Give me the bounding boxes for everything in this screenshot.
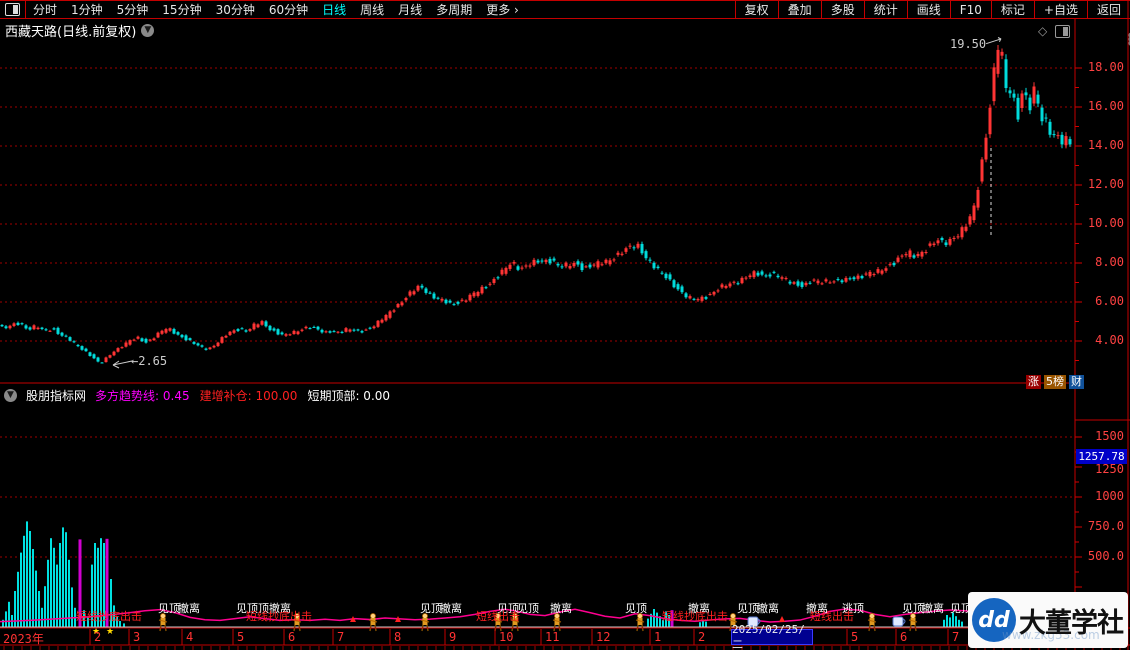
stock-title: 西藏天路(日线.前复权) [5,25,137,40]
quick-link-badge[interactable]: 涨 [1026,375,1041,389]
toolbar-button[interactable]: 返回 [1086,1,1130,18]
indicator-source: 股朋指标网 [26,389,87,403]
toolbar-button[interactable]: F10 [949,1,991,18]
period-tab[interactable]: 15分钟 [155,1,208,18]
timeline-month-label: 2 [698,630,706,644]
period-tab[interactable]: 分时 [26,1,64,18]
signal-label-top: 撤离 [757,602,779,615]
quick-link-badges: 涨 5榜财 [1026,370,1087,389]
quick-link-badge[interactable]: 财 [1069,375,1084,389]
toolbar-button[interactable]: 统计 [863,1,907,18]
signal-label-buy: 短线抄底出击 [662,610,728,623]
period-tab[interactable]: 更多 › [479,1,526,18]
cup-marker-icon [892,616,906,629]
signal-label-buy: 短线出击 [810,610,854,623]
toolbar-button[interactable]: 标记 [990,1,1034,18]
axis-tick-label: 18.00 [1087,60,1124,74]
indicator-header: ▼ 股朋指标网 多方趋势线: 0.45 建增补仓: 100.00 短期顶部: 0.0… [4,387,390,404]
axis-tick-label: 6.00 [1095,294,1124,308]
signal-label-top: 撤离 [178,602,200,615]
chevron-down-icon[interactable]: ▼ [141,24,155,37]
axis-tick-label: 1000 [1095,489,1124,503]
panel-toggle-icon[interactable] [1055,24,1071,38]
axis-tick-label: 500.0 [1087,549,1124,563]
signal-label-buy: 短线抄底出击 [246,610,312,623]
axis-tick-label: 12.00 [1087,177,1124,191]
timeline-month-label: 12 [596,630,611,644]
signal-label-top: 撤离 [440,602,462,615]
layout-toggle-icon[interactable] [5,3,20,16]
watermark-text: 大董学社 [1019,607,1124,639]
period-tab[interactable]: 多周期 [429,1,479,18]
axis-tick-label: 10.00 [1087,216,1124,230]
current-value-box: 1257.78 [1076,449,1127,464]
indicator-values: 多方趋势线: 0.45 建增补仓: 100.00 短期顶部: 0.00 [95,387,390,404]
signal-label-top: 见顶 [517,602,539,615]
timeline-month-label: 6 [900,630,908,644]
chart-canvas[interactable]: ★ ★ [0,0,1130,650]
quick-link-badge[interactable]: 5榜 [1044,375,1066,389]
period-tab[interactable]: 30分钟 [209,1,262,18]
chevron-down-icon[interactable]: ▼ [4,389,17,402]
timeline-month-label: 7 [952,630,960,644]
toolbar-button[interactable]: 多股 [820,1,864,18]
timeline-month-label: 5 [851,630,859,644]
toolbar-button[interactable]: 画线 [906,1,950,18]
period-tab[interactable]: 日线 [315,1,353,18]
axis-tick-label: 8.00 [1095,255,1124,269]
timeline-month-label: 2 [94,630,102,644]
axis-tick-label: 1500 [1095,429,1124,443]
timeline-month-label: 4 [186,630,194,644]
watermark: dd www.zkg53.com 大董学社 [968,592,1128,648]
signal-label-top: 见顶 [737,602,759,615]
signal-label-top: 见顶 [420,602,442,615]
axis-tick-label: 1250 [1095,462,1124,476]
indicator-field: 建增补仓: 100.00 [199,389,298,403]
period-tab[interactable]: 月线 [391,1,429,18]
period-tab[interactable]: 1分钟 [64,1,110,18]
timeline-month-label: 5 [237,630,245,644]
timeline-month-label: 2023年 [3,632,44,646]
action-buttons: 复权 叠加 多股 统计 画线 F10 标记 +自选 返回 [734,1,1130,18]
toolbar-button[interactable]: 叠加 [777,1,821,18]
timeline-month-label: 11 [545,630,560,644]
axis-tick-label: 16.00 [1087,99,1124,113]
signal-label-top: 见顶 [158,602,180,615]
toolbar-button[interactable]: 复权 [734,1,778,18]
axis-tick-label: 750.0 [1087,519,1124,533]
period-tabs: 分时 1分钟 5分钟 15分钟 30分钟 60分钟 日线 周线 月线 多周期 更多 › [26,1,526,18]
timeline-month-label: 3 [133,630,141,644]
axis-tick-label: 14.00 [1087,138,1124,152]
cursor-date-box: 2025/02/25/二 [731,623,813,650]
timeline-month-label: 8 [394,630,402,644]
signal-label-top: 见顶 [902,602,924,615]
low-price-annotation: ←2.65 [131,354,168,368]
chart-title-row: 西藏天路(日线.前复权) ▼ [5,21,155,40]
period-tab[interactable]: 周线 [353,1,391,18]
app-window: ★ ★ 分时 1分钟 5分钟 15分钟 30分钟 60分钟 日线 周线 月线 多周期 更多 › 复权叠… [0,0,1130,650]
high-price-annotation: 19.50 [950,37,987,51]
signal-label-top: 撤离 [550,602,572,615]
timeline-month-label: 7 [337,630,345,644]
signal-label-buy: 短线出击 [476,610,520,623]
chart-corner-icons: ◇ [1038,24,1071,38]
timeline-month-label: 1 [654,630,662,644]
timeline-month-label: 9 [449,630,457,644]
period-toolbar: 分时 1分钟 5分钟 15分钟 30分钟 60分钟 日线 周线 月线 多周期 更多 › 复权 叠加 多股… [0,0,1130,19]
signal-label-top: 撤离 [922,602,944,615]
indicator-field: 短期顶部: 0.00 [307,389,391,403]
axis-tick-label: 4.00 [1095,333,1124,347]
indicator-field: 多方趋势线: 0.45 [95,389,190,403]
signal-label-top: 见顶 [625,602,647,615]
timeline-month-label: 10 [499,630,514,644]
period-tab[interactable]: 60分钟 [262,1,315,18]
diamond-icon[interactable]: ◇ [1038,24,1047,38]
timeline-month-label: 6 [288,630,296,644]
toolbar-button[interactable]: +自选 [1033,1,1087,18]
signal-label-buy: 短线抄底出击 [76,610,142,623]
period-tab[interactable]: 5分钟 [110,1,156,18]
